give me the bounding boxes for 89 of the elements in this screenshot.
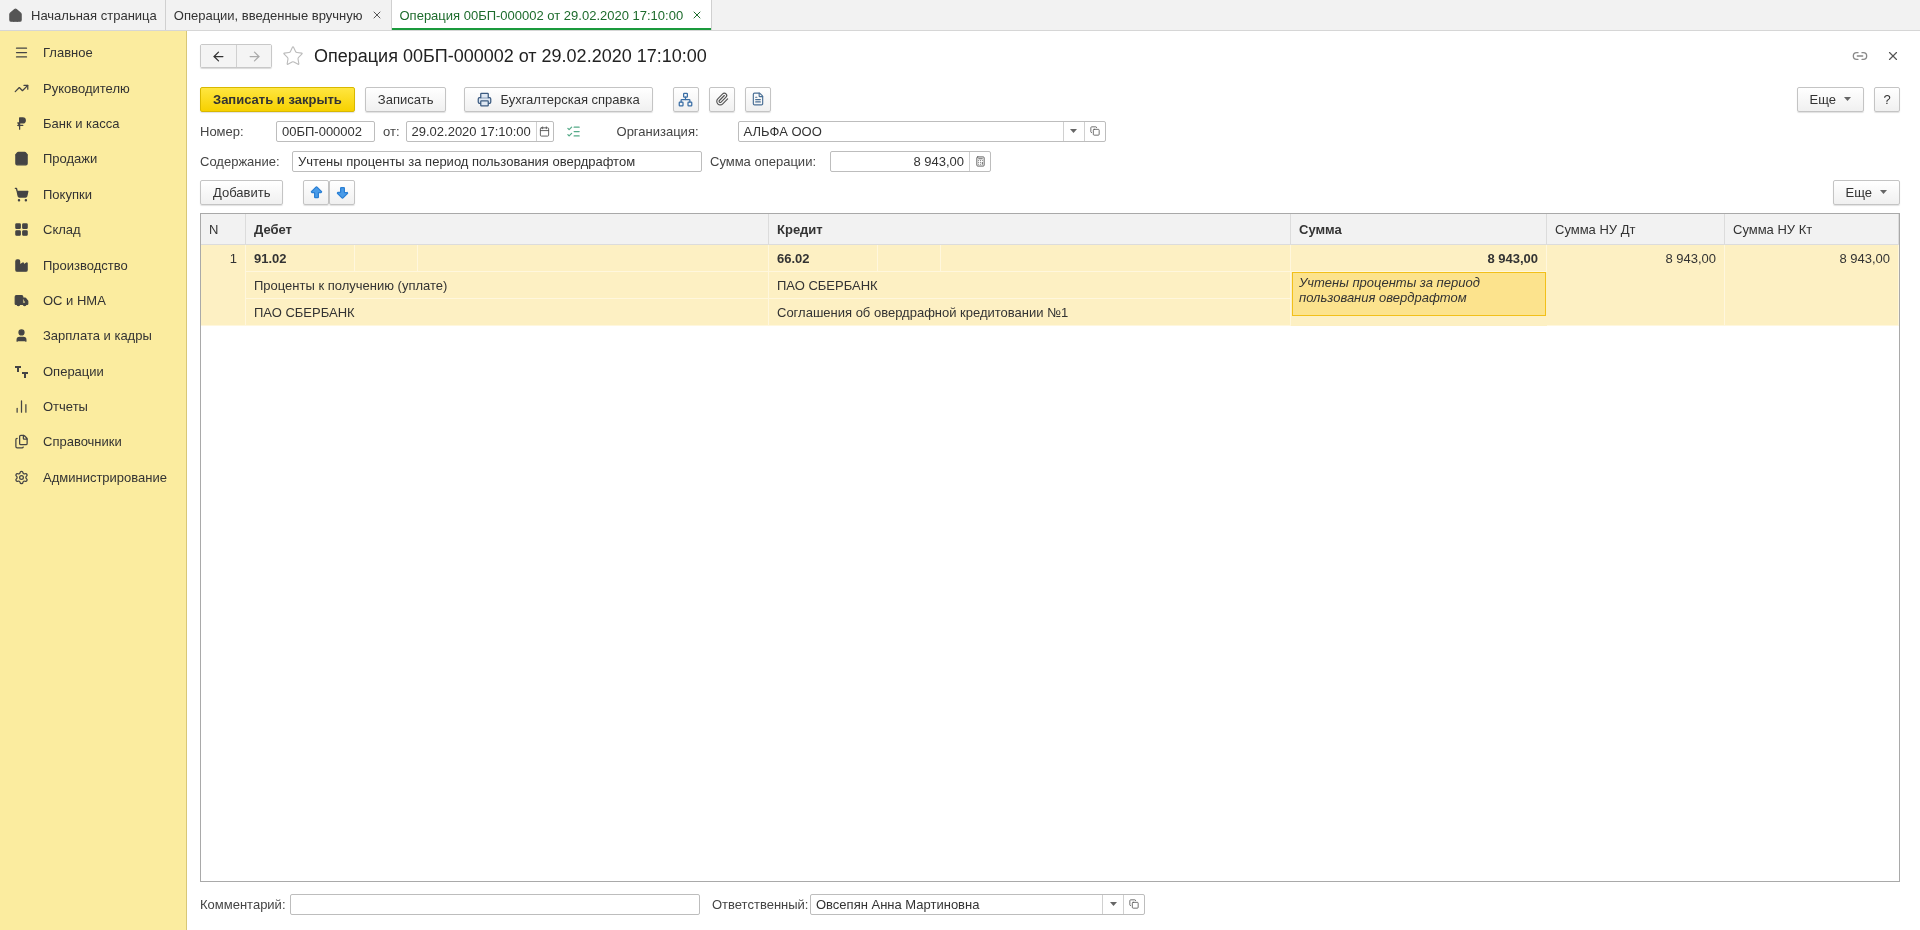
add-button[interactable]: Добавить xyxy=(200,179,284,205)
sidebar-item[interactable]: Продажи xyxy=(0,141,186,177)
more-button[interactable]: Еще xyxy=(1796,86,1864,112)
arrow-right-icon xyxy=(246,48,262,64)
account-cell[interactable]: 91.02 xyxy=(246,245,355,272)
sidebar-item[interactable]: Операции xyxy=(0,353,186,389)
field-label: Организация: xyxy=(616,123,700,139)
content-cell[interactable]: Учтены проценты за период пользования овердрафтом xyxy=(1292,272,1546,316)
responsible-field[interactable]: Овсепян Анна Мартиновна xyxy=(810,893,1145,915)
calendar-icon xyxy=(539,125,551,137)
caret-icon xyxy=(1109,902,1117,906)
field-label: Номер: xyxy=(200,123,245,139)
arrow-down-icon xyxy=(334,184,350,200)
structure-button[interactable] xyxy=(672,86,699,112)
organization-field[interactable]: АЛЬФА ООО xyxy=(737,120,1106,142)
sum-cell[interactable]: 8 943,00 xyxy=(1291,245,1547,272)
factory-icon xyxy=(14,257,29,273)
field-label: от: xyxy=(383,123,400,139)
person-icon xyxy=(14,328,29,344)
number-field[interactable]: 00БП-000002 xyxy=(276,120,375,142)
sidebar-item[interactable]: Банк и касса xyxy=(0,105,186,142)
arrow-up-icon xyxy=(308,184,324,200)
sidebar-item[interactable]: Главное xyxy=(0,35,186,71)
sidebar-item[interactable]: Администрирование xyxy=(0,459,186,496)
field-label: Комментарий: xyxy=(200,896,287,912)
column-header[interactable]: Сумма НУ Дт xyxy=(1547,214,1725,245)
content-field[interactable]: Учтены проценты за период пользования овердрафтом xyxy=(292,150,702,172)
open-icon xyxy=(1129,899,1139,909)
sidebar-item[interactable]: Зарплата и кадры xyxy=(0,318,186,354)
subconto-cell[interactable]: Соглашения об овердрафной кредитовании №1 xyxy=(769,299,1291,326)
sum-cell[interactable]: 8 943,00 xyxy=(1547,245,1725,326)
subconto-cell[interactable]: ПАО СБЕРБАНК xyxy=(769,272,1291,299)
move-down-button[interactable] xyxy=(329,179,356,205)
structure-icon xyxy=(678,91,694,107)
sidebar-item[interactable]: Покупки xyxy=(0,176,186,212)
star-icon[interactable] xyxy=(282,45,304,67)
column-header[interactable]: Дебет xyxy=(246,214,769,245)
ruble-icon xyxy=(14,115,29,131)
help-button[interactable]: ? xyxy=(1874,86,1900,112)
sum-field[interactable]: 8 943,00 xyxy=(830,150,991,172)
document-button[interactable] xyxy=(744,86,771,112)
sidebar-item[interactable]: Справочники xyxy=(0,424,186,460)
paperclip-icon xyxy=(714,92,729,106)
attach-button[interactable] xyxy=(708,86,735,112)
grid-icon xyxy=(14,222,29,238)
subconto-cell[interactable]: Проценты к получению (уплате) xyxy=(246,272,769,299)
field-label: Содержание: xyxy=(200,153,281,169)
cart-icon xyxy=(14,186,29,202)
home-icon xyxy=(8,7,23,23)
truck-icon xyxy=(14,292,29,308)
bar-chart-icon xyxy=(14,399,29,415)
caret-icon xyxy=(1844,97,1851,101)
open-icon xyxy=(1089,126,1100,136)
sidebar-item[interactable]: Склад xyxy=(0,211,186,248)
report-button[interactable]: Бухгалтерская справка xyxy=(464,86,653,112)
save-button[interactable]: Записать xyxy=(364,86,447,112)
window-title: Операция 00БП-000002 от 29.02.2020 17:10:00 xyxy=(314,45,708,67)
sidebar-item[interactable]: Отчеты xyxy=(0,388,186,425)
column-header[interactable]: Кредит xyxy=(769,214,1291,245)
document-icon xyxy=(750,92,765,106)
more-button[interactable]: Еще xyxy=(1832,179,1900,205)
sidebar-item[interactable]: ОС и НМА xyxy=(0,282,186,319)
back-button[interactable] xyxy=(201,45,236,67)
account-cell[interactable]: 66.02 xyxy=(769,245,878,272)
documents-icon xyxy=(14,434,29,450)
caret-icon xyxy=(1070,129,1077,133)
column-header[interactable]: N xyxy=(201,214,246,245)
move-up-button[interactable] xyxy=(303,179,330,205)
menu-icon xyxy=(14,45,29,61)
tab[interactable]: Операция 00БП-000002 от 29.02.2020 17:10:00 xyxy=(391,0,713,30)
column-header[interactable]: Сумма НУ Кт xyxy=(1725,214,1899,245)
subconto-cell[interactable]: ПАО СБЕРБАНК xyxy=(246,299,769,326)
field-label: Ответственный: xyxy=(712,896,810,912)
column-header[interactable]: Сумма xyxy=(1291,214,1547,245)
save-and-close-button[interactable]: Записать и закрыть xyxy=(200,86,355,112)
row-number: 1 xyxy=(201,245,246,326)
sidebar-item[interactable]: Производство xyxy=(0,247,186,283)
calculator-icon xyxy=(974,155,986,167)
caret-icon xyxy=(1880,190,1887,194)
field-label: Сумма операции: xyxy=(710,153,817,169)
close-icon[interactable] xyxy=(1886,49,1900,63)
printer-icon xyxy=(477,91,493,107)
debit-credit-icon xyxy=(14,363,29,379)
sidebar-item[interactable]: Руководителю xyxy=(0,70,186,106)
sum-cell[interactable]: 8 943,00 xyxy=(1725,245,1899,326)
date-field[interactable]: 29.02.2020 17:10:00 xyxy=(405,120,554,142)
checklist-icon[interactable] xyxy=(565,123,581,139)
settings-icon xyxy=(14,469,29,485)
comment-field[interactable] xyxy=(290,893,700,915)
